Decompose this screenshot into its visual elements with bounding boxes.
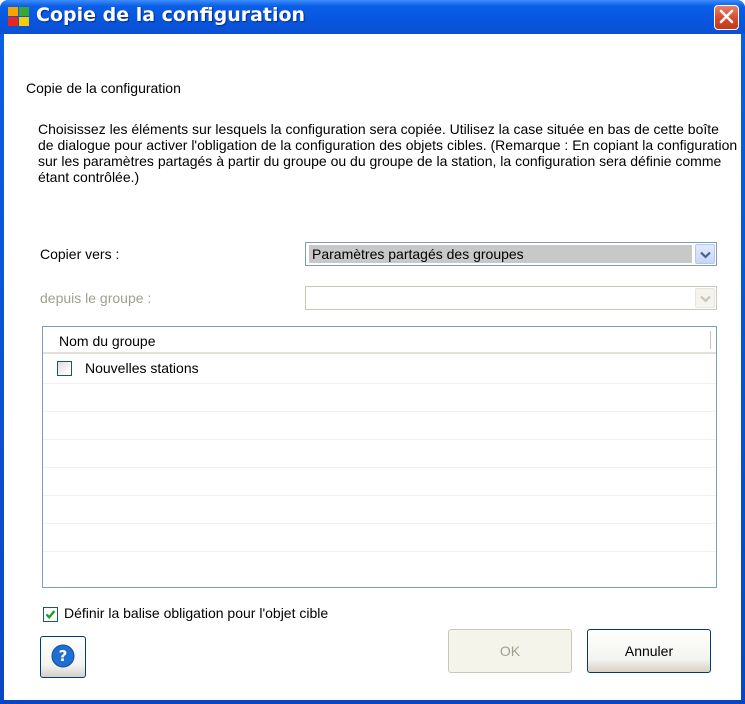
group-list[interactable]: Nom du groupe Nouvelles stations bbox=[42, 326, 717, 588]
close-button[interactable] bbox=[714, 5, 739, 30]
ok-button[interactable]: OK bbox=[448, 629, 572, 673]
row-divider bbox=[43, 551, 716, 552]
chevron-down-icon bbox=[699, 290, 711, 306]
enforce-checkbox[interactable] bbox=[43, 607, 58, 622]
row-divider bbox=[43, 411, 716, 412]
row-divider bbox=[43, 467, 716, 468]
svg-text:?: ? bbox=[59, 647, 68, 665]
copy-to-label: Copier vers : bbox=[40, 246, 120, 262]
row-divider bbox=[43, 383, 716, 384]
chevron-down-icon bbox=[699, 246, 711, 262]
copy-to-dropdown-button[interactable] bbox=[695, 244, 715, 264]
window-title: Copie de la configuration bbox=[36, 4, 306, 26]
avg-logo-icon bbox=[8, 7, 30, 27]
description-text: Choisissez les éléments sur lesquels la … bbox=[38, 121, 738, 185]
row-divider bbox=[43, 495, 716, 496]
from-group-value bbox=[309, 289, 692, 307]
from-group-dropdown[interactable] bbox=[305, 286, 717, 310]
from-group-dropdown-button[interactable] bbox=[695, 288, 715, 308]
row-divider bbox=[43, 439, 716, 440]
close-icon bbox=[719, 9, 734, 27]
copy-to-value: Paramètres partagés des groupes bbox=[309, 245, 692, 263]
enforce-option[interactable]: Définir la balise obligation pour l'obje… bbox=[40, 604, 460, 626]
title-bar[interactable]: Copie de la configuration bbox=[0, 0, 745, 34]
copy-to-dropdown[interactable]: Paramètres partagés des groupes bbox=[305, 242, 717, 266]
column-separator bbox=[710, 331, 711, 349]
row-checkbox[interactable] bbox=[57, 361, 72, 376]
list-item[interactable]: Nouvelles stations bbox=[43, 355, 716, 383]
from-group-label: depuis le groupe : bbox=[40, 290, 152, 306]
group-name-label: Nouvelles stations bbox=[85, 360, 199, 376]
help-button[interactable]: ? bbox=[40, 636, 86, 678]
cancel-button[interactable]: Annuler bbox=[587, 629, 711, 673]
group-list-header: Nom du groupe bbox=[43, 327, 716, 354]
section-title: Copie de la configuration bbox=[26, 80, 181, 96]
enforce-checkbox-label: Définir la balise obligation pour l'obje… bbox=[64, 605, 329, 621]
column-header-group-name[interactable]: Nom du groupe bbox=[59, 333, 156, 349]
row-divider bbox=[43, 523, 716, 524]
help-icon: ? bbox=[51, 644, 75, 671]
